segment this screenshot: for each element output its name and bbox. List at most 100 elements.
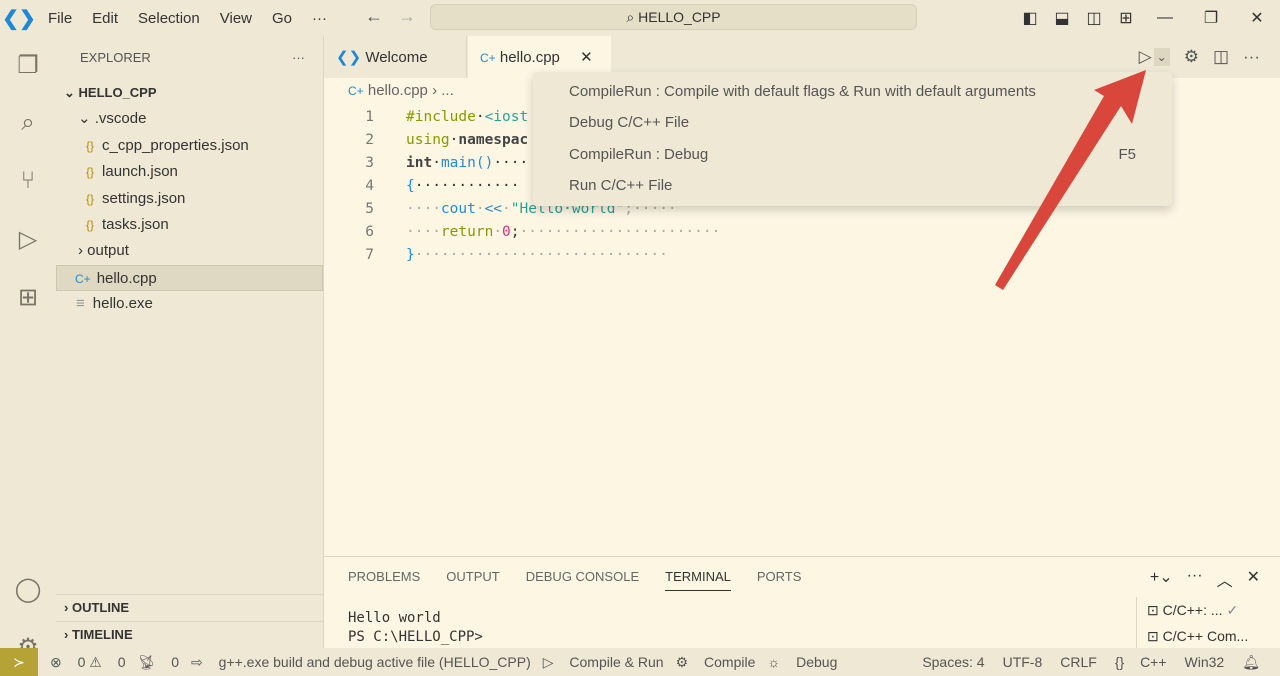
tab-welcome[interactable]: ❮❯ Welcome	[324, 36, 467, 78]
tree-item[interactable]: › output	[56, 238, 323, 264]
extensions-icon[interactable]: ⊞	[0, 268, 56, 326]
menu-item-label: CompileRun : Debug	[569, 145, 709, 163]
tree-item[interactable]: ⌄ .vscode	[56, 106, 323, 132]
new-terminal-plus-icon[interactable]: +⌄	[1150, 567, 1173, 591]
menu-item-debug-file[interactable]: Debug C/C++ File	[533, 103, 1172, 134]
source-control-icon[interactable]: ⑂	[0, 152, 56, 210]
problems-status[interactable]: ⊗ 0 ⚠ 0	[50, 654, 126, 671]
restore-button[interactable]: ❐	[1188, 8, 1234, 28]
menu-view[interactable]: View	[220, 10, 252, 27]
cpp-file-icon: C+	[75, 271, 91, 286]
line-number: 5	[365, 201, 374, 217]
terminal-entry[interactable]: ⊡ C/C++ Com...	[1147, 623, 1280, 649]
settings-gear-icon[interactable]: ⚙	[1184, 47, 1199, 67]
split-editor-icon[interactable]: ◫	[1213, 47, 1229, 67]
tree-item[interactable]: ≡ hello.exe	[56, 291, 323, 317]
timeline-section[interactable]: › TIMELINE	[56, 621, 324, 647]
toggle-sidebar-icon[interactable]: ◧	[1014, 8, 1046, 28]
tree-item[interactable]: {} c_cpp_properties.json	[56, 133, 323, 159]
eol-status[interactable]: CRLF	[1060, 654, 1097, 670]
minimize-button[interactable]: —	[1142, 9, 1188, 27]
activity-bar: ❐ ⌕ ⑂ ▷ ⊞ ◯ ⚙	[0, 36, 56, 661]
json-icon: {}	[86, 217, 95, 232]
terminal-entry-label: C/C++ Com...	[1162, 628, 1249, 644]
toggle-secondary-sidebar-icon[interactable]: ◫	[1078, 8, 1110, 28]
menu-item-compilerun-debug[interactable]: CompileRun : Debug F5	[533, 135, 1172, 166]
tree-root[interactable]: ⌄ HELLO_CPP	[56, 80, 323, 106]
close-window-button[interactable]: ✕	[1234, 8, 1280, 28]
menu-more[interactable]: ···	[312, 10, 327, 27]
menu-selection[interactable]: Selection	[138, 10, 200, 27]
close-tab-icon[interactable]: ✕	[580, 49, 593, 66]
compile-run-button[interactable]: ▷ Compile & Run	[543, 654, 664, 671]
close-panel-icon[interactable]: ✕	[1247, 567, 1260, 591]
task-label: g++.exe build and debug active file (HEL…	[218, 653, 531, 670]
json-icon: {}	[86, 138, 95, 153]
indentation-status[interactable]: Spaces: 4	[922, 654, 984, 670]
menu-edit[interactable]: Edit	[92, 10, 118, 27]
menu-item-label: Run C/C++ File	[569, 176, 673, 194]
tab-output[interactable]: OUTPUT	[446, 569, 499, 591]
menu-item-label: Debug C/C++ File	[569, 114, 690, 132]
maximize-panel-icon[interactable]: ︿	[1217, 567, 1233, 591]
more-actions-icon[interactable]: ···	[1243, 47, 1260, 67]
tab-problems[interactable]: PROBLEMS	[348, 569, 420, 591]
tab-debug-console[interactable]: DEBUG CONSOLE	[526, 569, 639, 591]
remote-icon[interactable]: ≻	[0, 648, 38, 676]
forward-arrow-icon[interactable]: →	[398, 6, 416, 26]
run-debug-icon[interactable]: ▷	[0, 210, 56, 268]
outline-label: OUTLINE	[71, 600, 130, 615]
customize-layout-icon[interactable]: ⊞	[1110, 8, 1142, 28]
root-label: HELLO_CPP	[78, 85, 157, 100]
bottom-panel: PROBLEMS OUTPUT DEBUG CONSOLE TERMINAL P…	[324, 556, 1280, 649]
explorer-sidebar: EXPLORER ··· ⌄ HELLO_CPP ⌄ .vscode {} c_cp…	[56, 36, 324, 648]
run-play-icon[interactable]: ▷	[1139, 47, 1152, 67]
tab-terminal[interactable]: TERMINAL	[665, 569, 731, 591]
encoding-status[interactable]: UTF-8	[1003, 654, 1043, 670]
outline-section[interactable]: › OUTLINE	[56, 594, 324, 620]
debug-label: Debug	[796, 654, 838, 670]
menu-item-run-file[interactable]: Run C/C++ File	[533, 166, 1172, 197]
debug-button[interactable]: ☼ Debug	[767, 654, 837, 670]
item-label: settings.json	[102, 189, 186, 207]
menu-item-compile-run[interactable]: CompileRun : Compile with default flags …	[533, 72, 1172, 103]
back-arrow-icon[interactable]: ←	[365, 6, 383, 26]
menu-file[interactable]: File	[48, 10, 72, 27]
search-icon: ⌕	[626, 9, 639, 25]
toggle-panel-icon[interactable]: ⬓	[1046, 8, 1078, 28]
compile-button[interactable]: ⚙ Compile	[676, 654, 756, 671]
more-icon[interactable]: ···	[1187, 567, 1203, 591]
tree-item[interactable]: C+ hello.cpp	[56, 264, 323, 292]
platform-status[interactable]: Win32	[1185, 654, 1225, 670]
terminal-list: ⊡ C/C++: ... ✓ ⊡ C/C++ Com...	[1136, 597, 1280, 649]
command-center-search[interactable]: ⌕ HELLO_CPP	[430, 4, 917, 30]
code-line: int·main()····	[406, 155, 529, 171]
explorer-more-button[interactable]: ···	[292, 36, 305, 80]
terminal-output[interactable]: Hello world PS C:\HELLO_CPP>	[348, 609, 483, 647]
code-line: ····return·0;·······················	[406, 224, 721, 240]
language-status[interactable]: {} C++	[1115, 654, 1167, 670]
run-dropdown-chevron-icon[interactable]: ⌄	[1153, 48, 1170, 66]
timeline-label: TIMELINE	[71, 627, 133, 642]
search-icon[interactable]: ⌕	[0, 94, 56, 152]
tree-item[interactable]: {} launch.json	[56, 159, 323, 185]
cpp-file-icon: C+	[348, 84, 364, 98]
code-line: {············	[406, 178, 520, 194]
menu-go[interactable]: Go	[272, 10, 292, 27]
tab-label: Welcome	[365, 49, 428, 66]
task-status[interactable]: ⇨ g++.exe build and debug active file (H…	[191, 654, 531, 671]
run-dropdown-menu: CompileRun : Compile with default flags …	[533, 72, 1172, 206]
explorer-icon[interactable]: ❐	[0, 36, 56, 94]
breadcrumb-symbol[interactable]: ...	[441, 82, 454, 99]
tree-item[interactable]: {} settings.json	[56, 186, 323, 212]
ports-status[interactable]: 📡︎ 0	[138, 654, 179, 671]
tree-item[interactable]: {} tasks.json	[56, 212, 323, 238]
terminal-entry[interactable]: ⊡ C/C++: ... ✓	[1147, 597, 1280, 623]
search-text: HELLO_CPP	[638, 9, 721, 25]
account-icon[interactable]: ◯	[0, 560, 56, 618]
terminal-icon: ⊡	[1147, 628, 1159, 644]
notifications-bell-icon[interactable]: 🔔︎	[1242, 654, 1260, 671]
code-line: using·namespac	[406, 132, 529, 148]
breadcrumb-file[interactable]: hello.cpp	[368, 82, 428, 99]
tab-ports[interactable]: PORTS	[757, 569, 802, 591]
